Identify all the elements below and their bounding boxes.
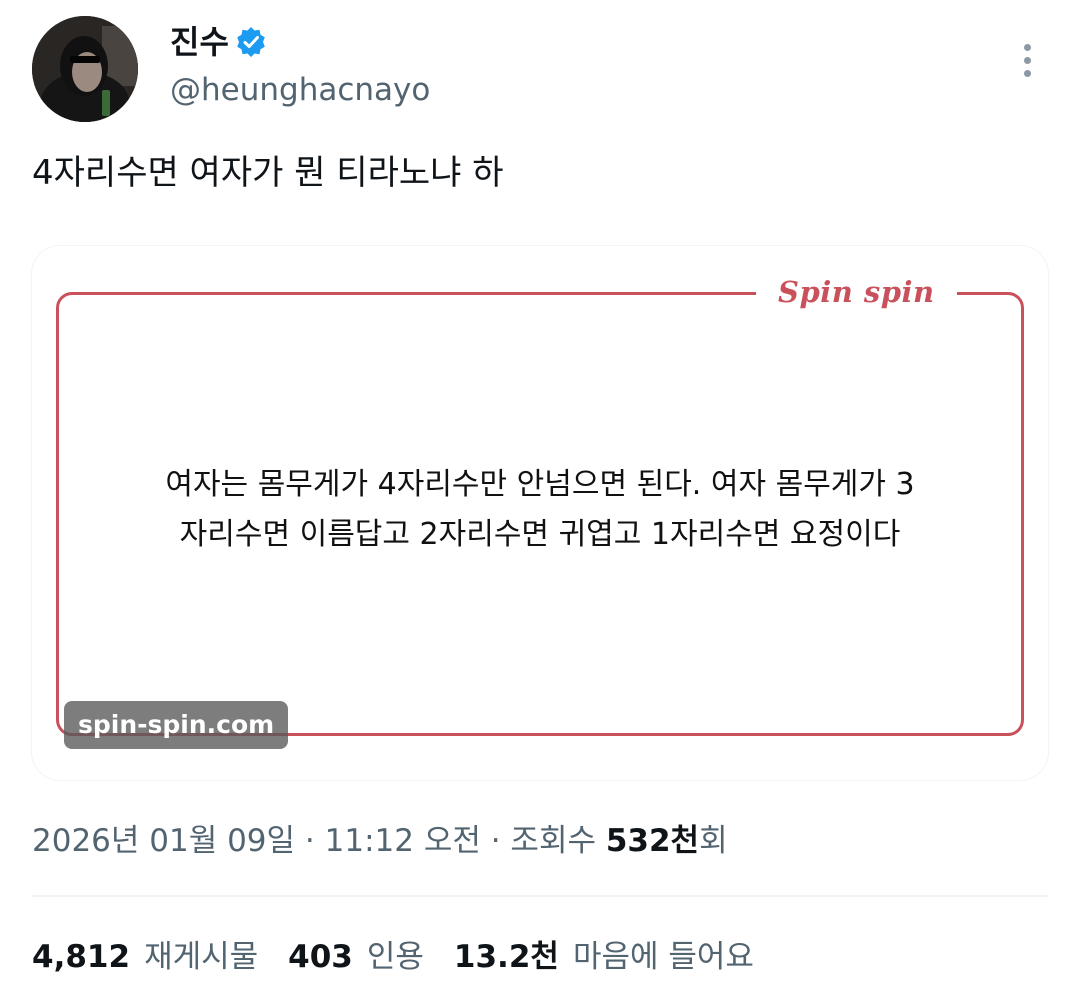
spin-spin-logo: Spin spin <box>756 270 957 314</box>
views-label: 조회수 <box>510 823 606 859</box>
avatar[interactable] <box>32 16 138 122</box>
tweet-time[interactable]: 11:12 오전 <box>325 823 481 859</box>
meta-separator: · <box>480 823 511 859</box>
display-name-row[interactable]: 진수 <box>170 22 267 62</box>
verified-badge-icon <box>235 26 267 58</box>
reposts-count: 4,812 <box>32 939 131 975</box>
more-dot <box>1023 56 1031 64</box>
reposts-stat[interactable]: 4,812 재게시물 <box>32 934 258 980</box>
engagement-stats: 4,812 재게시물 403 인용 13.2천 마음에 들어요 <box>32 934 784 980</box>
user-handle[interactable]: @heunghacnayo <box>170 70 430 110</box>
tweet-meta: 2026년 01월 09일 · 11:12 오전 · 조회수 532천회 <box>32 818 728 864</box>
more-dot <box>1023 69 1031 77</box>
views-count: 532천 <box>605 823 700 859</box>
quotes-count: 403 <box>288 939 353 975</box>
reposts-label: 재게시물 <box>144 939 259 975</box>
quotes-label: 인용 <box>366 939 424 975</box>
quotes-stat[interactable]: 403 인용 <box>288 934 424 980</box>
views-suffix: 회 <box>699 823 728 859</box>
quote-line: 여자는 몸무게가 4자리수만 안넘으면 된다. 여자 몸무게가 3 <box>165 467 915 502</box>
tweet-date[interactable]: 2026년 01월 09일 <box>32 823 295 859</box>
quote-text: 여자는 몸무게가 4자리수만 안넘으면 된다. 여자 몸무게가 3 자리수면 이… <box>82 460 998 560</box>
divider <box>32 895 1048 897</box>
display-name[interactable]: 진수 <box>170 22 229 62</box>
more-dot <box>1023 43 1031 51</box>
likes-label: 마음에 들어요 <box>572 939 754 975</box>
avatar-image <box>32 16 138 122</box>
tweet-text: 4자리수면 여자가 뭔 티라노냐 하 <box>32 153 504 193</box>
more-options-icon[interactable] <box>1012 38 1042 82</box>
meta-separator: · <box>295 823 325 859</box>
likes-stat[interactable]: 13.2천 마음에 들어요 <box>454 934 754 980</box>
tweet-media-image[interactable]: Spin spin 여자는 몸무게가 4자리수만 안넘으면 된다. 여자 몸무게… <box>32 246 1048 780</box>
likes-count: 13.2천 <box>453 939 559 975</box>
quote-line: 자리수면 이름답고 2자리수면 귀엽고 1자리수면 요정이다 <box>179 517 901 552</box>
watermark: spin-spin.com <box>64 701 289 749</box>
